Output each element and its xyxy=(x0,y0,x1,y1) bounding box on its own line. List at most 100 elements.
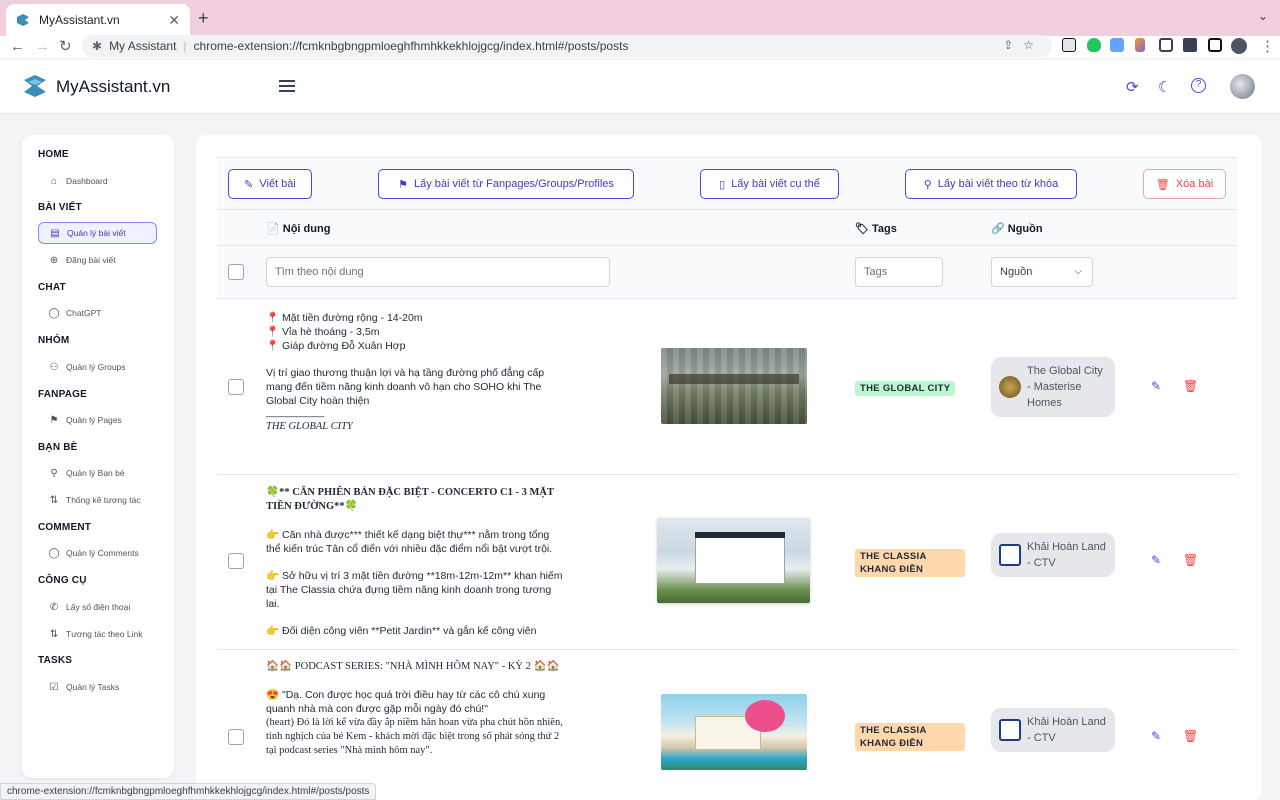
sidebar-item-tasks[interactable]: ☑ Quản lý Tasks xyxy=(38,676,157,698)
reload-icon[interactable]: ↻ xyxy=(59,38,72,56)
file-icon: ▯ xyxy=(719,178,726,191)
sidebar-item-label: Tương tác theo Link xyxy=(66,629,143,639)
fetch-from-sources-label: Lấy bài viết từ Fanpages/Groups/Profiles xyxy=(413,178,614,190)
search-icon: ⚲ xyxy=(923,178,932,191)
post-source[interactable]: Khải Hoàn Land - CTV xyxy=(991,708,1115,752)
post-source[interactable]: The Global City - Masterise Homes xyxy=(991,357,1115,417)
source-filter-select[interactable]: Nguồn ⌵ xyxy=(991,257,1093,287)
extensions-puzzle-icon[interactable] xyxy=(1183,38,1197,52)
share-bookmark-icons[interactable]: ⇪☆ xyxy=(1003,38,1044,52)
sidebar-item-friends[interactable]: ⚲ Quản lý Bạn bè xyxy=(38,462,157,484)
address-bar[interactable]: ✱ My Assistant | chrome-extension://fcmk… xyxy=(82,35,1052,57)
content-line: 👉 Căn nhà được*** thiết kế dạng biệt thự… xyxy=(266,529,553,555)
thumbnail-building xyxy=(695,536,785,584)
table-row[interactable]: 📍 Mặt tiền đường rộng - 14-20m 📍 Vỉa hè … xyxy=(217,299,1237,475)
write-post-button[interactable]: ✎ Viết bài xyxy=(228,169,312,199)
post-thumbnail[interactable] xyxy=(661,348,807,424)
edit-pencil-icon[interactable]: ✎ xyxy=(1151,553,1161,567)
delete-trash-icon[interactable]: 🗑 xyxy=(1183,553,1198,567)
user-avatar[interactable] xyxy=(1230,74,1255,99)
sidebar-section-comment: COMMENT xyxy=(38,522,92,533)
brand-name[interactable]: MyAssistant.vn xyxy=(56,77,170,97)
sidebar-item-dashboard[interactable]: ⌂ Dashboard xyxy=(38,170,157,192)
tags-filter-input[interactable] xyxy=(855,257,943,287)
close-tab-icon[interactable]: ✕ xyxy=(168,12,180,29)
sidebar-item-manage-posts[interactable]: ▤ Quản lý bài viết xyxy=(38,222,157,244)
sidebar-section-groups: NHÓM xyxy=(38,335,70,346)
sidebar-item-interaction-stats[interactable]: ⇅ Thống kê tương tác xyxy=(38,489,157,511)
sidebar-section-posts: BÀI VIẾT xyxy=(38,202,82,213)
menu-toggle-icon[interactable] xyxy=(279,80,295,92)
content-line: 🏠🏠 PODCAST SERIES: "NHÀ MÌNH HÔM NAY" - … xyxy=(266,661,560,672)
sidebar-item-label: Quản lý Tasks xyxy=(66,682,120,692)
thumbnail-roof xyxy=(695,532,785,538)
help-icon[interactable]: ? xyxy=(1191,78,1206,93)
trash-icon: 🗑 xyxy=(1155,178,1170,191)
post-tag[interactable]: THE CLASSIA KHANG ĐIỀN xyxy=(855,723,965,751)
sidebar-item-chatgpt[interactable]: ◯ ChatGPT xyxy=(38,302,157,324)
content-search-input[interactable] xyxy=(266,257,610,287)
delete-trash-icon[interactable]: 🗑 xyxy=(1183,729,1198,743)
address-separator: | xyxy=(183,39,187,53)
delete-posts-button[interactable]: 🗑 Xóa bài xyxy=(1143,169,1226,199)
select-all-checkbox[interactable] xyxy=(228,264,244,280)
flag-icon: ⚑ xyxy=(49,414,59,426)
tab-search-chevron-icon[interactable]: ⌄ xyxy=(1258,9,1268,23)
delete-posts-label: Xóa bài xyxy=(1175,178,1214,190)
profile-avatar-icon[interactable] xyxy=(1231,38,1247,54)
sidebar-item-link-interaction[interactable]: ⇅ Tương tác theo Link xyxy=(38,623,157,645)
sidebar-section-tools: CÔNG CỤ xyxy=(38,575,87,586)
table-row[interactable]: 🏠🏠 PODCAST SERIES: "NHÀ MÌNH HÔM NAY" - … xyxy=(217,650,1237,800)
sidebar-item-phone[interactable]: ✆ Lấy số điện thoại xyxy=(38,596,157,618)
content-line: 📍 Mặt tiền đường rộng - 14-20m xyxy=(266,312,423,324)
sidebar-item-label: Quản lý bài viết xyxy=(67,228,126,238)
sidebar-item-label: ChatGPT xyxy=(66,308,102,318)
post-tag[interactable]: THE CLASSIA KHANG ĐIỀN xyxy=(855,549,965,577)
dark-mode-icon[interactable]: ☾ xyxy=(1158,78,1171,96)
post-content: 🏠🏠 PODCAST SERIES: "NHÀ MÌNH HÔM NAY" - … xyxy=(266,660,566,758)
checkbox-icon: ☑ xyxy=(49,681,59,693)
filter-row: Nguồn ⌵ xyxy=(217,246,1237,299)
post-tag[interactable]: THE GLOBAL CITY xyxy=(855,381,956,396)
post-thumbnail[interactable] xyxy=(661,694,807,770)
source-column-header: 🔗 Nguồn xyxy=(991,223,1043,235)
new-tab-button[interactable]: + xyxy=(198,8,209,29)
sidebar-item-comments[interactable]: ◯ Quản lý Comments xyxy=(38,542,157,564)
favicon-icon xyxy=(17,14,29,26)
pen-extension-icon[interactable] xyxy=(1135,38,1145,52)
edit-pencil-icon[interactable]: ✎ xyxy=(1151,379,1161,393)
edit-pencil-icon[interactable]: ✎ xyxy=(1151,729,1161,743)
users-icon: ⚇ xyxy=(49,361,59,373)
sidebar-item-groups[interactable]: ⚇ Quản lý Groups xyxy=(38,356,157,378)
notion-extension-icon[interactable] xyxy=(1062,38,1076,52)
qr-extension-icon[interactable] xyxy=(1159,38,1173,52)
translate-extension-icon[interactable] xyxy=(1110,38,1124,52)
sidepanel-icon[interactable] xyxy=(1208,38,1222,52)
url-text[interactable]: chrome-extension://fcmknbgbngpmloeghfhmh… xyxy=(194,39,629,53)
sidebar-item-label: Quản lý Comments xyxy=(66,548,139,558)
table-row[interactable]: 🍀** CĂN PHIÊN BẢN ĐẶC BIỆT - CONCERTO C1… xyxy=(217,475,1237,650)
fetch-from-sources-button[interactable]: ⚑ Lấy bài viết từ Fanpages/Groups/Profile… xyxy=(378,169,634,199)
browser-tab[interactable]: MyAssistant.vn ✕ xyxy=(6,4,190,36)
shield-extension-icon[interactable] xyxy=(1087,38,1101,52)
back-icon[interactable]: ← xyxy=(10,38,25,56)
forward-icon[interactable]: → xyxy=(35,38,50,56)
browser-menu-icon[interactable]: ⋮ xyxy=(1260,38,1275,56)
refresh-icon[interactable]: ⟳ xyxy=(1126,78,1139,96)
row-checkbox[interactable] xyxy=(228,553,244,569)
sidebar-item-pages[interactable]: ⚑ Quản lý Pages xyxy=(38,409,157,431)
content-line: (heart) Đó là lời kể vừa đầy ắp niềm hân… xyxy=(266,717,563,756)
flag-icon: ⚑ xyxy=(398,178,408,191)
row-checkbox[interactable] xyxy=(228,379,244,395)
delete-trash-icon[interactable]: 🗑 xyxy=(1183,379,1198,393)
fetch-specific-post-button[interactable]: ▯ Lấy bài viết cụ thể xyxy=(700,169,839,199)
sort-icon: ⇅ xyxy=(49,628,59,640)
post-source[interactable]: Khải Hoàn Land - CTV xyxy=(991,533,1115,577)
document-icon: ▤ xyxy=(50,227,60,239)
tags-column-header: 🏷 Tags xyxy=(855,223,897,235)
sidebar: HOME ⌂ Dashboard BÀI VIẾT ▤ Quản lý bài vi… xyxy=(22,135,174,778)
post-thumbnail[interactable] xyxy=(657,518,810,603)
sidebar-item-publish-post[interactable]: ⊕ Đăng bài viết xyxy=(38,249,157,271)
row-checkbox[interactable] xyxy=(228,729,244,745)
fetch-by-keyword-button[interactable]: ⚲ Lấy bài viết theo từ khóa xyxy=(905,169,1077,199)
